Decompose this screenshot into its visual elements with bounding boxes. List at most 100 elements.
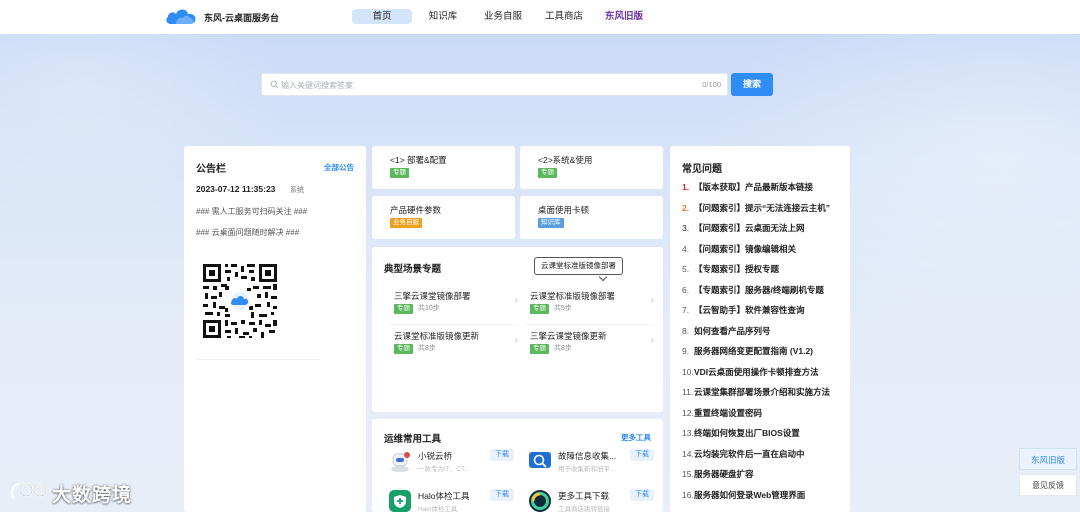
nav-home[interactable]: 首页 [352, 9, 412, 24]
faq-text: 终端如何恢复出厂BIOS设置 [694, 428, 800, 438]
divider [196, 359, 320, 360]
faq-number: 9. [682, 346, 690, 356]
faq-number: 3. [682, 223, 690, 233]
faq-number: 6. [682, 284, 690, 295]
scenario-tag: 专题 [394, 344, 413, 354]
all-announcements-link[interactable]: 全部公告 [324, 162, 354, 173]
tools-title: 运维常用工具 [384, 434, 442, 445]
feedback-button[interactable]: 意见反馈 [1019, 474, 1077, 496]
more-tools-link[interactable]: 更多工具 [621, 432, 651, 443]
faq-number: 16. [682, 489, 694, 500]
faq-number: 15. [682, 469, 694, 479]
faq-number: 11. [682, 387, 694, 397]
search-input[interactable]: 输入关键词搜索答案 0/100 [261, 73, 728, 96]
category-tag: 专题 [538, 168, 557, 178]
scenario-tag: 专题 [530, 304, 549, 314]
divider [526, 324, 654, 325]
tool-name: 更多工具下载 [558, 491, 610, 501]
faq-title: 常见问题 [682, 164, 722, 175]
faq-item[interactable]: 11.云课堂集群部署场景介绍和实施方法 [682, 386, 830, 398]
category-tag: 专题 [390, 168, 409, 178]
tool-desc: 一款专为IT、CT... [418, 466, 470, 473]
download-button[interactable]: 下载 [490, 449, 514, 461]
category-tile-system[interactable]: <2>系统&使用 专题 [520, 146, 663, 189]
faq-number: 13. [682, 428, 694, 438]
scenario-tag: 专题 [530, 344, 549, 354]
tool-desc: Halo体检工具 [418, 506, 458, 512]
scenario-steps: 共8步 [554, 345, 572, 352]
faq-item[interactable]: 14.云均装完软件后一直在启动中 [682, 448, 805, 460]
old-version-button[interactable]: 东风旧版 [1019, 448, 1077, 470]
faq-item[interactable]: 13.终端如何恢复出厂BIOS设置 [682, 427, 800, 439]
category-tile-hardware[interactable]: 产品硬件参数 业务自服 [372, 196, 515, 239]
scenario-steps: 共5步 [554, 305, 572, 312]
faq-number: 12. [682, 407, 694, 418]
faq-text: 重置终端设置密码 [694, 407, 763, 418]
faq-number: 8. [682, 325, 690, 336]
faq-number: 7. [682, 305, 690, 315]
faq-item[interactable]: 7. 【云智助手】软件兼容性查询 [682, 304, 805, 316]
faq-number: 10. [682, 366, 694, 377]
scenario-steps: 共8步 [418, 345, 436, 352]
scenario-card: 典型场景专题 云课堂标准版镜像部署 三擎云课堂镜像部署 专题 共10步 › 云课… [372, 247, 663, 412]
scenario-item-title: 三擎云课堂镜像更新 [530, 331, 607, 341]
faq-number: 5. [682, 264, 690, 274]
category-tile-deploy[interactable]: <1> 部署&配置 专题 [372, 146, 515, 189]
tool-item[interactable]: 小锐云桥 一款专为IT、CT... 下载 [388, 449, 514, 477]
tool-item[interactable]: 更多工具下载 工具商店跳转链接 下载 [528, 489, 654, 512]
download-button[interactable]: 下载 [490, 489, 514, 501]
tool-name: 小锐云桥 [418, 451, 453, 461]
faq-item[interactable]: 5. 【专题索引】授权专题 [682, 263, 779, 275]
scenario-item[interactable]: 云课堂标准版镜像部署 专题 共5步 › [530, 290, 654, 328]
nav-knowledge-base[interactable]: 知识库 [420, 9, 466, 24]
scenario-item[interactable]: 三擎云课堂镜像更新 专题 共8步 › [530, 330, 654, 368]
nav-self-service[interactable]: 业务自服 [478, 9, 528, 24]
announcement-line: ### 云桌面问题随时解决 ### [196, 228, 300, 237]
faq-item[interactable]: 12.重置终端设置密码 [682, 407, 762, 419]
search-button[interactable]: 搜索 [731, 73, 773, 96]
faq-item[interactable]: 8. 如何查看产品序列号 [682, 325, 771, 337]
category-title: 桌面使用卡顿 [538, 205, 590, 215]
faq-item[interactable]: 1. 【版本获取】产品最新版本链接 [682, 181, 813, 193]
category-tag: 业务自服 [390, 218, 422, 228]
faq-item[interactable]: 4. 【问题索引】镜像编辑相关 [682, 243, 796, 255]
nav-tool-store[interactable]: 工具商店 [540, 9, 588, 24]
download-button[interactable]: 下载 [630, 449, 654, 461]
faq-item[interactable]: 3. 【问题索引】云桌面无法上网 [682, 222, 805, 234]
brand-title: 东风-云桌面服务台 [204, 13, 279, 23]
faq-item[interactable]: 9. 服务器网络变更配置指南 (V1.2) [682, 345, 813, 357]
tool-desc: 工具商店跳转链接 [558, 506, 610, 512]
scenario-title: 典型场景专题 [384, 264, 442, 275]
faq-item[interactable]: 10.VDI云桌面使用操作卡顿排查方法 [682, 366, 819, 378]
announcement-line: ### 需人工服务可扫码关注 ### [196, 207, 308, 216]
scenario-item[interactable]: 云课堂标准版镜像更新 专题 共8步 › [394, 330, 518, 368]
faq-text: VDI云桌面使用操作卡顿排查方法 [694, 366, 819, 377]
faq-item[interactable]: 6. 【专题索引】服务器/终端刷机专题 [682, 284, 824, 296]
faq-item[interactable]: 16.服务器如何登录Web管理界面 [682, 489, 805, 501]
faq-text: 【问题索引】镜像编辑相关 [694, 243, 797, 254]
announcement-title: 公告栏 [196, 164, 226, 175]
nav-old-version[interactable]: 东风旧版 [600, 9, 648, 24]
chevron-right-icon: › [514, 295, 518, 306]
tool-desc: 用于收集新和旧平... [558, 466, 616, 473]
tool-item[interactable]: Halo体检工具 Halo体检工具 下载 [388, 489, 514, 512]
faq-item[interactable]: 15.服务器硬盘扩容 [682, 468, 754, 480]
scenario-item[interactable]: 三擎云课堂镜像部署 专题 共10步 › [394, 290, 518, 328]
tool-name: Halo体检工具 [418, 491, 470, 501]
search-icon [270, 80, 279, 89]
scenario-steps: 共10步 [418, 305, 440, 312]
ring-icon [529, 490, 551, 512]
faq-text: 云课堂集群部署场景介绍和实施方法 [694, 387, 831, 397]
faq-item[interactable]: 2. 【问题索引】提示“无法连接云主机” [682, 202, 830, 214]
announcement-source: 系统 [290, 187, 304, 194]
category-title: <2>系统&使用 [538, 155, 593, 165]
diagnostic-icon [529, 452, 551, 468]
faq-text: 云均装完软件后一直在启动中 [694, 448, 805, 459]
tool-item[interactable]: 故障信息收集... 用于收集新和旧平... 下载 [528, 449, 654, 477]
announcement-card: 公告栏 全部公告 2023-07-12 11:35:23 系统 ### 需人工服… [184, 146, 366, 512]
faq-number: 14. [682, 448, 694, 459]
cloud-logo-icon [166, 9, 196, 24]
download-button[interactable]: 下载 [630, 489, 654, 501]
chevron-right-icon: › [514, 335, 518, 346]
category-tile-lag[interactable]: 桌面使用卡顿 知识库 [520, 196, 663, 239]
